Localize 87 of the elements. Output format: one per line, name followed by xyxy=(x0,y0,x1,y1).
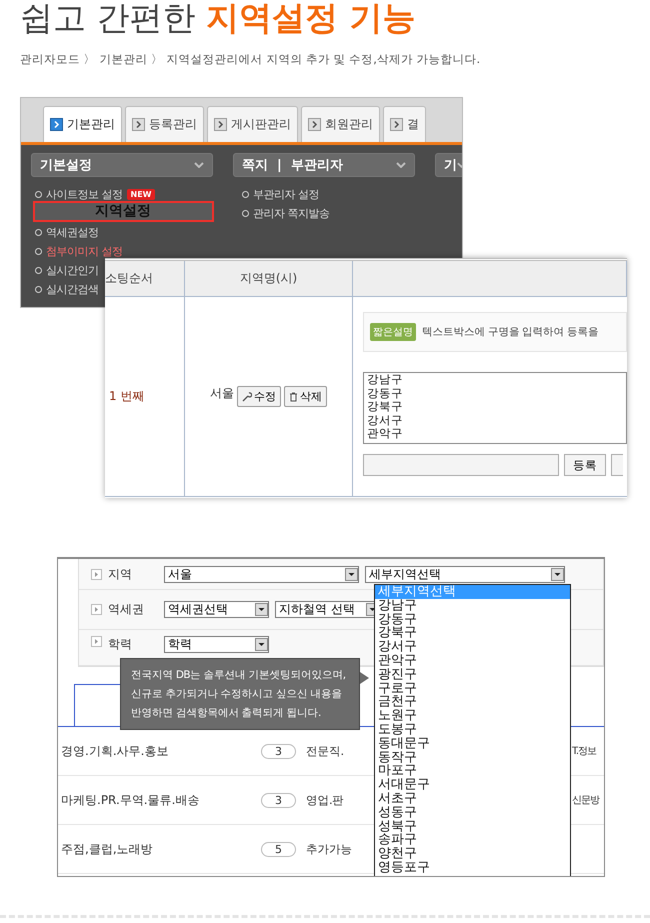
tab[interactable]: 기본관리 xyxy=(43,106,122,142)
column-header: 지역명(시) xyxy=(185,261,353,297)
count-badge: 3 xyxy=(261,792,296,808)
select-field[interactable]: 서울 xyxy=(164,566,359,582)
dropdown-list[interactable]: 세부지역선택 강남구 강동구 강북구 강서구 관악구 광진구 구로구 금천구 노원구 도봉구 동대문구 동작구 마포구 서대문구 서초구 성동구 성북구 송파구 양천구 영등포구 xyxy=(374,584,571,876)
dropdown-option[interactable]: 동대문구 xyxy=(375,736,570,751)
menu-item[interactable]: 사이트정보 설정 xyxy=(46,187,122,202)
select-field[interactable]: 역세권선택 xyxy=(164,601,269,618)
list-option[interactable]: 강북구 xyxy=(367,400,626,414)
order-text: 1 번째 xyxy=(109,388,144,405)
category-name[interactable]: 마케팅.PR.무역.물류.배송 xyxy=(61,792,261,808)
chevron-icon xyxy=(396,162,406,168)
dropdown-option[interactable]: 강서구 xyxy=(375,640,570,654)
category-name[interactable]: 주점,클럽,노래방 xyxy=(61,840,261,858)
menu-item[interactable]: 실시간검색 xyxy=(46,282,98,297)
dropdown-option[interactable]: 양천구 xyxy=(375,847,570,861)
trash-icon xyxy=(289,392,298,402)
select-field[interactable]: 학력 xyxy=(164,636,269,653)
menu-item[interactable]: 부관리자 설정 xyxy=(253,187,319,202)
tooltip-text: 반영하면 검색항목에서 출력되게 됩니다. xyxy=(131,706,322,720)
category-name[interactable]: 전문직. xyxy=(306,744,374,758)
count-badge: 3 xyxy=(261,744,296,758)
list-option[interactable]: 관악구 xyxy=(367,427,626,440)
tab[interactable]: 회원관리 xyxy=(301,106,380,142)
count-badge: 5 xyxy=(261,842,296,856)
tab[interactable]: 게시판관리 xyxy=(207,106,298,142)
new-badge: NEW xyxy=(126,189,156,200)
bullet-icon xyxy=(35,286,42,293)
dropdown-option[interactable]: 영등포구 xyxy=(375,860,570,875)
category-name[interactable]: 추가가능 xyxy=(306,842,374,856)
subtitle: 관리자모드 〉 기본관리 〉 지역설정관리에서 지역의 추가 및 수정,삭제가 가능합니다. xyxy=(20,52,480,67)
tab[interactable]: 결 xyxy=(383,106,426,142)
dropdown-option[interactable]: 구로구 xyxy=(375,682,570,696)
edit-button[interactable]: 수정 xyxy=(237,386,281,407)
highlight-callout: 지역설정 xyxy=(33,201,214,222)
dropdown-option[interactable]: 금천구 xyxy=(375,695,570,710)
menu-dropdown[interactable]: 기 xyxy=(435,153,462,177)
dropdown-option[interactable]: 서초구 xyxy=(375,792,570,806)
wrench-icon xyxy=(242,392,252,402)
cut-off-button[interactable] xyxy=(611,454,623,476)
bullet-icon xyxy=(242,191,249,198)
list-option[interactable]: 강남구 xyxy=(367,373,626,386)
bullet-icon xyxy=(35,191,42,198)
tooltip-text: 전국지역 DB는 솔루션내 기본셋팅되어있으며, xyxy=(131,668,347,682)
district-listbox[interactable]: 강남구 강동구 강북구 강서구 관악구 xyxy=(363,372,627,444)
dropdown-option[interactable]: 노원구 xyxy=(375,709,570,723)
chevron-icon xyxy=(194,162,204,168)
field-label: 지역 xyxy=(108,566,133,582)
tab[interactable]: 등록관리 xyxy=(125,106,204,142)
category-name[interactable]: 영업.판 xyxy=(306,792,374,808)
list-option[interactable]: 강동구 xyxy=(367,386,626,400)
list-option[interactable]: 강서구 xyxy=(367,414,626,427)
menu-dropdown[interactable]: 기본설정 xyxy=(31,153,213,177)
bullet-icon xyxy=(35,229,42,236)
dropdown-option[interactable]: 서대문구 xyxy=(375,778,570,792)
delete-button[interactable]: 삭제 xyxy=(284,386,327,407)
dropdown-option[interactable]: 성동구 xyxy=(375,806,570,820)
menu-dropdown[interactable]: 쪽지 | 부관리자 xyxy=(233,153,415,177)
bullet-icon xyxy=(242,210,249,217)
menu-item[interactable]: 관리자 쪽지발송 xyxy=(253,206,330,221)
dropdown-option[interactable]: 광진구 xyxy=(375,668,570,682)
bullet-icon xyxy=(35,267,42,274)
column-header: 소팅순서 xyxy=(105,261,185,297)
select-field[interactable]: 세부지역선택 xyxy=(365,566,565,582)
dropdown-option[interactable]: 동작구 xyxy=(375,750,570,764)
heading-highlight: 지역설정 기능 xyxy=(206,0,416,37)
city-name: 서울 xyxy=(210,385,234,402)
dropdown-option[interactable]: 성북구 xyxy=(375,820,570,834)
dropdown-option[interactable]: 마포구 xyxy=(375,764,570,778)
category-name[interactable]: 신문방 xyxy=(572,793,604,807)
field-label: 학력 xyxy=(108,636,133,653)
bullet-icon xyxy=(35,248,42,255)
menu-item[interactable]: 실시간인기 xyxy=(46,263,98,278)
dropdown-option[interactable]: 강북구 xyxy=(375,626,570,640)
dropdown-option[interactable]: 관악구 xyxy=(375,654,570,668)
category-name[interactable]: T.정보 xyxy=(572,744,604,758)
heading-text: 쉽고 간편한 xyxy=(20,0,196,37)
tooltip-text: 신규로 추가되거나 수정하시고 싶으신 내용을 xyxy=(131,686,343,702)
menu-item[interactable]: 역세권설정 xyxy=(46,225,98,240)
input-field[interactable] xyxy=(363,454,559,476)
field-label: 역세권 xyxy=(108,601,145,618)
hint-text: 텍스트박스에 구명을 입력하여 등록을 xyxy=(422,325,599,339)
dropdown-option[interactable]: 송파구 xyxy=(375,833,570,848)
dropdown-option[interactable]: 도봉구 xyxy=(375,722,570,737)
category-name[interactable]: 경영.기획.사무.홍보 xyxy=(61,742,261,760)
hint-badge: 짧은설명 xyxy=(370,323,416,341)
register-button[interactable]: 등록 xyxy=(564,454,606,476)
